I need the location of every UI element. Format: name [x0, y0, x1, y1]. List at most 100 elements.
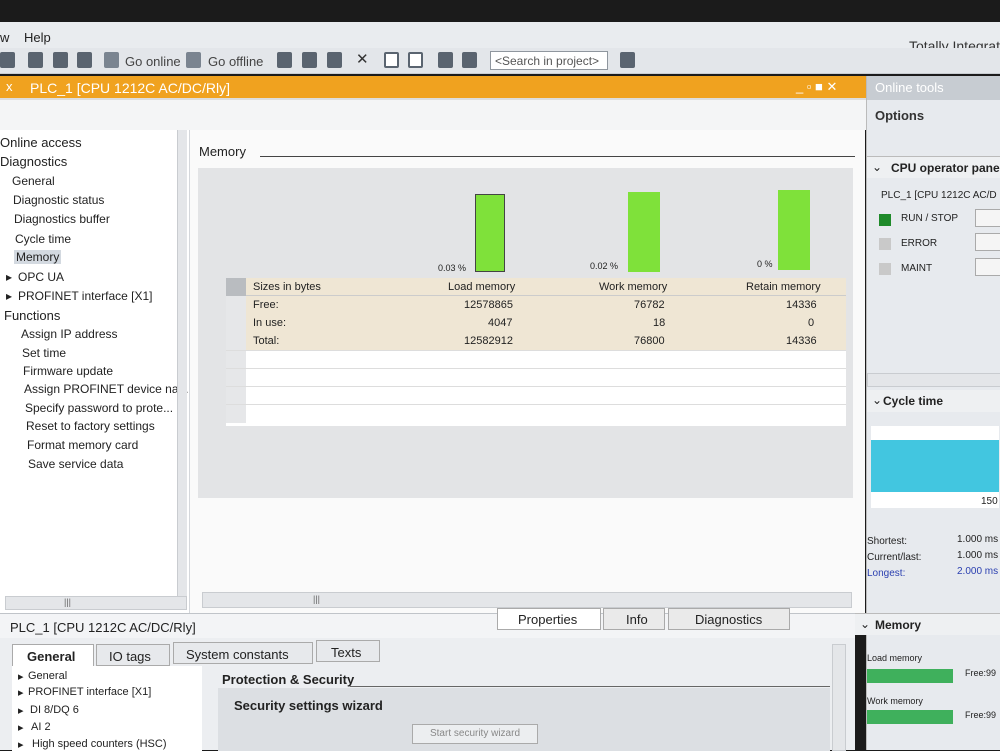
cycle-time-header[interactable]: ⌄ Cycle time: [867, 390, 1000, 412]
tab-texts[interactable]: Texts: [316, 640, 380, 662]
close-editors-icon[interactable]: [462, 52, 477, 68]
chevron-right-icon[interactable]: ▸: [18, 670, 24, 683]
cell-work-memory: 18: [653, 317, 666, 329]
go-offline-button[interactable]: Go offline: [208, 54, 263, 69]
nav-memory[interactable]: Memory: [14, 250, 62, 264]
menu-bar: w Help: [0, 22, 1000, 48]
online-tools-panel: Online tools Options ⌄ CPU operator pane…: [855, 76, 1000, 750]
chevron-right-icon[interactable]: ▸: [18, 704, 24, 717]
error-label: ERROR: [901, 238, 938, 249]
load-memory-bar: [475, 194, 505, 272]
start-simulation-icon[interactable]: [77, 52, 92, 68]
work-memory-free: Free:99: [965, 710, 997, 720]
shortest-value: 1.000 ms: [957, 534, 999, 545]
nav-specify-password[interactable]: Specify password to prote...: [25, 401, 173, 415]
chevron-right-icon[interactable]: ▸: [18, 686, 24, 699]
nav-profinet-interface[interactable]: PROFINET interface [X1]: [18, 289, 153, 303]
split-horizontal-icon[interactable]: [384, 52, 399, 68]
nav-diagnostic-status[interactable]: Diagnostic status: [13, 193, 104, 207]
nav-functions[interactable]: Functions: [4, 308, 60, 323]
tab-system-constants[interactable]: System constants: [173, 642, 313, 664]
compile-icon[interactable]: [0, 52, 15, 68]
nav-cycle-time[interactable]: Cycle time: [15, 232, 71, 246]
work-memory-gauge: [867, 710, 953, 724]
nav-online-access[interactable]: Online access: [0, 135, 82, 150]
chevron-down-icon[interactable]: ⌄: [872, 393, 882, 407]
mres-button[interactable]: [975, 258, 1000, 276]
cross-reference-icon[interactable]: ✕: [356, 50, 371, 68]
current-value: 1.000 ms: [957, 550, 999, 561]
tree-item-general[interactable]: General: [28, 670, 67, 682]
shortest-label: Shortest:: [867, 536, 908, 547]
stop-button[interactable]: [975, 233, 1000, 251]
go-online-button[interactable]: Go online: [125, 54, 181, 69]
start-security-wizard-button[interactable]: Start security wizard: [412, 724, 538, 744]
memory-panel-title: Memory: [875, 618, 922, 632]
tree-item-profinet[interactable]: PROFINET interface [X1]: [28, 686, 151, 698]
tab-info[interactable]: Info: [603, 608, 665, 630]
maximize-icon[interactable]: [438, 52, 453, 68]
chevron-right-icon[interactable]: ▸: [6, 270, 12, 284]
row-header: [226, 405, 246, 423]
nav-diagnostics[interactable]: Diagnostics: [0, 154, 67, 169]
protection-security-heading: Protection & Security: [222, 672, 355, 687]
cycle-time-title: Cycle time: [883, 394, 944, 408]
col-header-sizes: Sizes in bytes: [253, 281, 321, 293]
nav-horizontal-scrollbar[interactable]: |||: [5, 596, 187, 610]
main-horizontal-scrollbar[interactable]: |||: [202, 592, 852, 608]
longest-value: 2.000 ms: [957, 566, 999, 577]
row-label: In use:: [253, 317, 287, 329]
window-controls[interactable]: _ ▫ ■ ✕: [796, 79, 837, 95]
chevron-down-icon[interactable]: ⌄: [860, 617, 870, 631]
panel-horizontal-scrollbar[interactable]: [867, 373, 1000, 387]
tab-diagnostics[interactable]: Diagnostics: [668, 608, 790, 630]
memory-panel-header[interactable]: ⌄ Memory: [855, 613, 1000, 635]
download-icon[interactable]: [28, 52, 43, 68]
inspector-scrollbar[interactable]: [832, 644, 846, 751]
nav-assign-profinet-name[interactable]: Assign PROFINET device na...: [24, 382, 189, 396]
inspector-window: PLC_1 [CPU 1212C AC/DC/Rly] Properties I…: [0, 608, 855, 751]
tab-properties[interactable]: Properties: [497, 608, 601, 630]
nav-general[interactable]: General: [12, 174, 55, 188]
run-button[interactable]: [975, 209, 1000, 227]
menu-help[interactable]: Help: [24, 30, 51, 45]
wizard-section: Security settings wizard Start security …: [218, 688, 830, 751]
table-row-empty: [226, 404, 846, 423]
nav-format-memory-card[interactable]: Format memory card: [27, 438, 138, 452]
chevron-down-icon[interactable]: ⌄: [872, 160, 882, 174]
work-memory-label: Work memory: [867, 696, 923, 706]
online-diagnostics-nav: Online access Diagnostics General Diagno…: [0, 130, 190, 613]
go-online-icon[interactable]: [104, 52, 119, 68]
split-vertical-icon[interactable]: [408, 52, 423, 68]
go-offline-icon[interactable]: [186, 52, 201, 68]
chevron-right-icon[interactable]: ▸: [6, 289, 12, 303]
upload-icon[interactable]: [53, 52, 68, 68]
row-header: [226, 314, 246, 332]
nav-assign-ip[interactable]: Assign IP address: [21, 327, 118, 341]
start-cpu-icon[interactable]: [302, 52, 317, 68]
accessible-devices-icon[interactable]: [277, 52, 292, 68]
cpu-operator-panel-header[interactable]: ⌄ CPU operator pane: [867, 156, 1000, 178]
nav-set-time[interactable]: Set time: [22, 346, 66, 360]
nav-firmware-update[interactable]: Firmware update: [23, 364, 113, 378]
nav-opc-ua[interactable]: OPC UA: [18, 270, 64, 284]
tab-io-tags[interactable]: IO tags: [96, 644, 170, 666]
close-icon[interactable]: x: [6, 79, 13, 94]
nav-save-service-data[interactable]: Save service data: [28, 457, 123, 471]
tree-item-di8[interactable]: DI 8/DQ 6: [30, 704, 79, 716]
editor-title: PLC_1 [CPU 1212C AC/DC/Rly]: [30, 80, 230, 96]
nav-reset-factory[interactable]: Reset to factory settings: [26, 419, 155, 433]
table-row: Free: 12578865 76782 14336: [226, 296, 846, 314]
online-tools-title: Online tools: [875, 80, 944, 95]
search-go-icon[interactable]: [620, 52, 635, 68]
nav-vertical-scrollbar[interactable]: [177, 130, 187, 596]
chevron-right-icon[interactable]: ▸: [18, 721, 24, 734]
menu-item-partial[interactable]: w: [0, 30, 9, 45]
stop-cpu-icon[interactable]: [327, 52, 342, 68]
tree-item-ai2[interactable]: AI 2: [31, 721, 51, 733]
chevron-right-icon[interactable]: ▸: [18, 738, 24, 751]
nav-diagnostics-buffer[interactable]: Diagnostics buffer: [14, 212, 110, 226]
tab-general[interactable]: General: [12, 644, 94, 666]
tree-item-hsc[interactable]: High speed counters (HSC): [32, 738, 167, 750]
project-search-input[interactable]: <Search in project>: [490, 51, 608, 70]
